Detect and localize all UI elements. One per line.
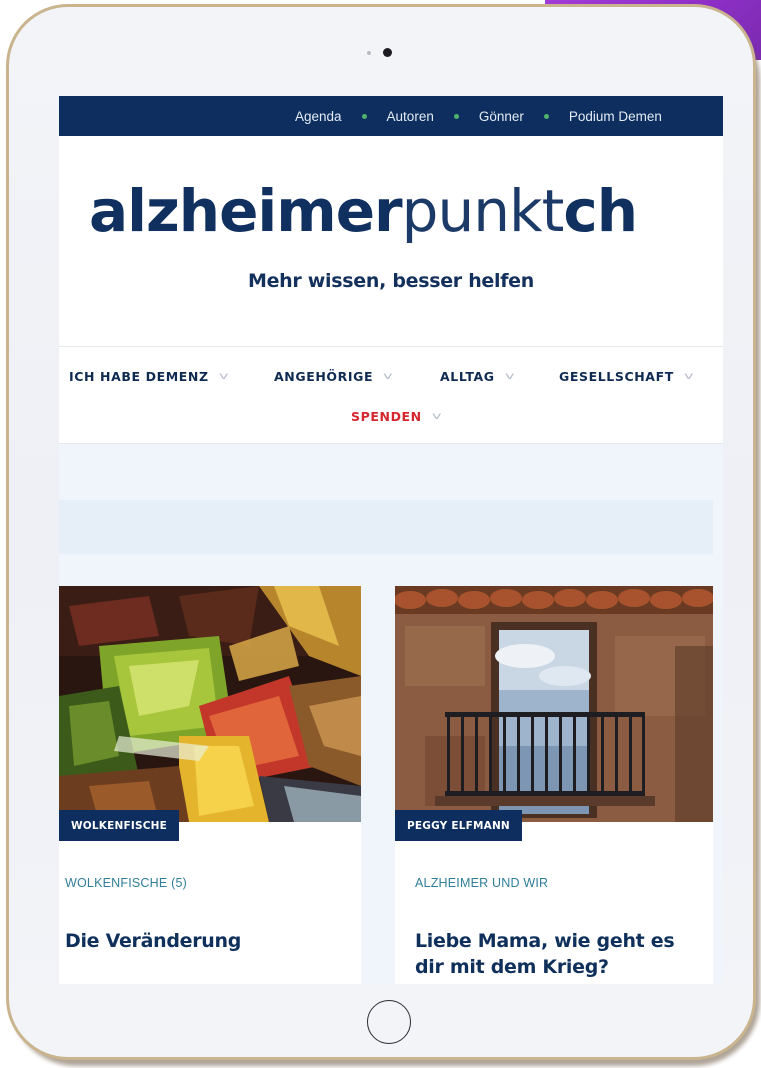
chevron-down-icon: v <box>431 411 443 422</box>
logo-word-alzheimer: alzheimer <box>89 177 403 245</box>
article-image[interactable] <box>395 586 713 822</box>
article-image[interactable] <box>59 586 361 822</box>
separator-dot-icon <box>453 113 459 119</box>
home-button[interactable] <box>367 1000 411 1044</box>
article-category[interactable]: WOLKENFISCHE (5) <box>65 876 187 890</box>
site-tagline: Mehr wissen, besser helfen <box>247 270 534 292</box>
logo-word-ch: ch <box>563 177 638 245</box>
utility-link-agenda[interactable]: Agenda <box>295 109 342 124</box>
camera-icon <box>383 48 392 57</box>
nav-item-label: ALLTAG <box>440 369 495 384</box>
logo-word-punkt: punkt <box>401 177 565 245</box>
nav-item-label: GESELLSCHAFT <box>559 369 674 384</box>
utility-link-autoren[interactable]: Autoren <box>387 109 434 124</box>
nav-item-angehoerige[interactable]: ANGEHÖRIGE v <box>274 369 394 384</box>
utility-link-goenner[interactable]: Gönner <box>479 109 524 124</box>
utility-links: Agenda Autoren Gönner Podium Demen <box>295 96 662 136</box>
author-badge[interactable]: PEGGY ELFMANN <box>395 810 522 841</box>
tablet-screen: Agenda Autoren Gönner Podium Demen alzhe… <box>59 96 723 984</box>
utility-link-podium[interactable]: Podium Demen <box>569 109 662 124</box>
article-card[interactable]: PEGGY ELFMANN ALZHEIMER UND WIR Liebe Ma… <box>395 586 713 984</box>
nav-item-label: ANGEHÖRIGE <box>274 369 374 384</box>
site-logo[interactable]: alzheimerpunktch <box>89 182 638 240</box>
main-navigation: ICH HABE DEMENZ v ANGEHÖRIGE v ALLTAG v … <box>59 346 723 444</box>
abstract-art-image <box>59 586 361 822</box>
nav-item-spenden[interactable]: SPENDEN v <box>351 409 443 424</box>
author-badge[interactable]: WOLKENFISCHE <box>59 810 180 841</box>
separator-dot-icon <box>543 113 549 119</box>
chevron-down-icon: v <box>383 371 394 382</box>
nav-item-label: SPENDEN <box>351 409 422 424</box>
device-mockup-stage: Agenda Autoren Gönner Podium Demen alzhe… <box>0 0 761 1068</box>
masthead: alzheimerpunktch Mehr wissen, besser hel… <box>59 136 723 346</box>
nav-item-label: ICH HABE DEMENZ <box>69 369 209 384</box>
nav-item-gesellschaft[interactable]: GESELLSCHAFT v <box>559 369 695 384</box>
article-title[interactable]: Die Veränderung <box>65 928 355 954</box>
window-balcony-image <box>395 586 713 822</box>
nav-item-ich-habe-demenz[interactable]: ICH HABE DEMENZ v <box>69 369 230 384</box>
top-utility-bar: Agenda Autoren Gönner Podium Demen <box>59 96 723 136</box>
sensor-icon <box>367 51 371 55</box>
chevron-down-icon: v <box>218 371 230 382</box>
article-category[interactable]: ALZHEIMER UND WIR <box>415 876 548 890</box>
chevron-down-icon: v <box>683 371 695 382</box>
separator-dot-icon <box>361 113 367 119</box>
nav-item-alltag[interactable]: ALLTAG v <box>440 369 516 384</box>
article-card[interactable]: WOLKENFISCHE WOLKENFISCHE (5) Die Veränd… <box>59 586 361 984</box>
banner-strip <box>59 500 713 554</box>
chevron-down-icon: v <box>504 371 516 382</box>
article-title[interactable]: Liebe Mama, wie geht es dir mit dem Krie… <box>415 928 707 980</box>
